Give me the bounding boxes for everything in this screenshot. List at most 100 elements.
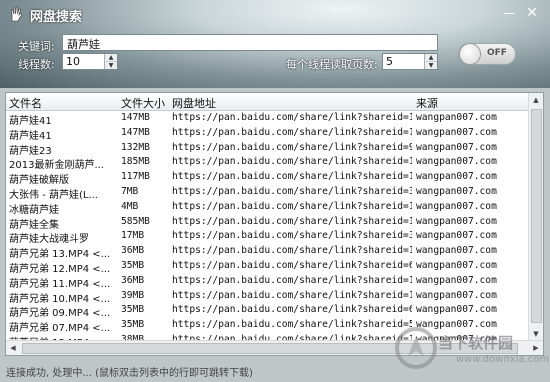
cell-source: wangpan007.com [416, 112, 497, 123]
cell-url: https://pan.baidu.com/share/link?shareid… [172, 245, 412, 257]
column-header-filename[interactable]: 文件名 [9, 95, 42, 111]
cell-url: https://pan.baidu.com/share/link?shareid… [172, 260, 412, 271]
cell-url: https://pan.baidu.com/share/link?shareid… [172, 274, 412, 286]
threads-label: 线程数: [18, 58, 55, 71]
column-header-url[interactable]: 网盘地址 [172, 95, 216, 111]
cell-filesize: 35MB [121, 304, 145, 316]
window-title: 网盘搜索 [30, 10, 83, 25]
cell-filename: 葫芦娃大战魂斗罗 [9, 234, 89, 246]
cell-filesize: 132MB [121, 141, 150, 153]
threads-spinbox[interactable]: 10 ▲ ▼ [62, 53, 118, 70]
pages-per-thread-label: 每个线程读取页数: [286, 58, 378, 71]
pages-spin-arrows: ▲ ▼ [424, 54, 437, 69]
cell-filename: 葫芦兄弟 13.MP4 <... [9, 249, 111, 261]
cell-filesize: 585MB [121, 215, 150, 227]
table-row[interactable]: 葫芦兄弟 11.MP4 <... 36MB https://pan.baidu.co… [6, 274, 530, 290]
column-header-filesize[interactable]: 文件大小 [121, 95, 165, 111]
cell-source: wangpan007.com [416, 230, 497, 242]
watermark-logo-icon [395, 327, 437, 369]
cell-source: wangpan007.com [416, 245, 497, 257]
cell-filename: 葫芦娃41 [9, 130, 52, 142]
cell-source: wangpan007.com [416, 215, 497, 227]
cell-filename: 冰糖葫芦娃 [9, 204, 59, 216]
cell-filename: 葫芦兄弟 09.MP4 <... [9, 308, 111, 320]
table-row[interactable]: 葫芦兄弟 10.MP4 <... 39MB https://pan.baidu.co… [6, 289, 530, 305]
cell-url: https://pan.baidu.com/share/link?shareid… [172, 126, 412, 138]
cell-url: https://pan.baidu.com/share/link?shareid… [172, 319, 412, 331]
cell-filename: 葫芦娃破解版 [9, 175, 69, 187]
cell-source: wangpan007.com [416, 156, 497, 168]
scroll-left-icon[interactable]: ◀ [6, 341, 20, 355]
watermark: 当下软件园 www.downxia.com [394, 326, 549, 376]
threads-value: 10 [66, 55, 80, 68]
table-row[interactable]: 葫芦娃破解版 117MB https://pan.baidu.com/share/l… [6, 170, 530, 187]
table-row[interactable]: 葫芦兄弟 09.MP4 <... 35MB https://pan.baidu.co… [6, 303, 530, 320]
cell-filesize: 39MB [121, 289, 145, 301]
scroll-up-icon[interactable]: ▲ [529, 93, 543, 107]
results-table[interactable]: 文件名 文件大小 网盘地址 来源 葫芦娃41 147MB https://pan.b… [5, 92, 544, 356]
cell-filesize: 185MB [121, 156, 150, 168]
cell-filesize: 117MB [121, 171, 150, 183]
table-row[interactable]: 葫芦娃23 132MB https://pan.baidu.com/share/li… [6, 141, 530, 157]
vertical-scrollbar[interactable]: ▲ ▼ [528, 93, 543, 341]
pages-down-arrow-icon[interactable]: ▼ [425, 61, 437, 69]
table-row[interactable]: 葫芦娃全集 585MB https://pan.baidu.com/share/li… [6, 215, 530, 231]
cell-filesize: 147MB [121, 126, 150, 138]
cell-filesize: 36MB [121, 245, 145, 257]
cell-filesize: 35MB [121, 319, 145, 331]
cell-filesize: 7MB [121, 186, 139, 197]
keyword-label: 关键词: [18, 40, 55, 53]
close-button[interactable]: ✕ [522, 5, 542, 21]
cell-filesize: 35MB [121, 260, 145, 271]
cell-filename: 葫芦兄弟 07.MP4 <... [9, 323, 111, 335]
cell-filename: 葫芦娃全集 [9, 219, 59, 231]
watermark-url: www.downxia.com [456, 354, 550, 365]
cell-url: https://pan.baidu.com/share/link?shareid… [172, 289, 412, 301]
pages-per-thread-value: 5 [386, 55, 393, 68]
toggle-knob [459, 43, 481, 65]
table-row[interactable]: 葫芦娃大战魂斗罗 17MB https://pan.baidu.com/share/… [6, 229, 530, 246]
cell-source: wangpan007.com [416, 200, 497, 212]
search-toggle-switch[interactable]: OFF [458, 43, 516, 65]
cell-filename: 大张伟 - 葫芦娃(L... [9, 190, 98, 201]
threads-spin-arrows: ▲ ▼ [104, 54, 117, 69]
watermark-name: 当下软件园 [438, 334, 514, 352]
table-row[interactable]: 葫芦娃41 147MB https://pan.baidu.com/share/li… [6, 126, 530, 142]
pages-up-arrow-icon[interactable]: ▲ [425, 54, 437, 61]
cell-url: https://pan.baidu.com/share/link?shareid… [172, 141, 412, 153]
threads-down-arrow-icon[interactable]: ▼ [105, 61, 117, 69]
app-window: 网盘搜索 — ✕ 关键词: 葫芦娃 线程数: 10 ▲ ▼ 每个线程读取页数: … [0, 0, 550, 382]
cell-source: wangpan007.com [416, 260, 497, 271]
cell-source: wangpan007.com [416, 304, 497, 316]
cell-source: wangpan007.com [416, 274, 497, 286]
cell-source: wangpan007.com [416, 171, 497, 183]
threads-up-arrow-icon[interactable]: ▲ [105, 54, 117, 61]
pages-per-thread-spinbox[interactable]: 5 ▲ ▼ [382, 53, 438, 70]
cell-filesize: 17MB [121, 230, 145, 242]
table-row[interactable]: 葫芦兄弟 13.MP4 <... 36MB https://pan.baidu.co… [6, 244, 530, 261]
keyword-input[interactable]: 葫芦娃 [62, 34, 438, 51]
cell-url: https://pan.baidu.com/share/link?shareid… [172, 230, 412, 242]
cell-filename: 葫芦兄弟 10.MP4 <... [9, 293, 111, 305]
app-hand-icon [10, 6, 23, 22]
cell-filesize: 147MB [121, 112, 150, 123]
table-header: 文件名 文件大小 网盘地址 来源 [6, 93, 530, 111]
cell-filesize: 36MB [121, 274, 145, 286]
column-header-source[interactable]: 来源 [416, 95, 438, 111]
table-row[interactable]: 大张伟 - 葫芦娃(L... 7MB https://pan.baidu.com/s… [6, 185, 530, 201]
cell-url: https://pan.baidu.com/share/link?shareid… [172, 215, 412, 227]
status-bar-text: 连接成功, 处理中... (鼠标双击列表中的行即可跳转下载) [6, 368, 253, 379]
table-row[interactable]: 冰糖葫芦娃 4MB https://pan.baidu.com/share/link… [6, 200, 530, 216]
minimize-button[interactable]: — [499, 5, 519, 21]
cell-source: wangpan007.com [416, 141, 497, 153]
table-row[interactable]: 2013最新金刚葫芦... 185MB https://pan.baidu.com/… [6, 155, 530, 172]
vertical-scroll-thumb[interactable] [531, 109, 542, 323]
cell-filename: 葫芦兄弟 11.MP4 <... [9, 278, 111, 290]
table-row[interactable]: 葫芦兄弟 12.MP4 <... 35MB https://pan.baidu.co… [6, 259, 530, 275]
cell-source: wangpan007.com [416, 289, 497, 301]
toggle-state-label: OFF [487, 48, 507, 58]
cell-filename: 2013最新金刚葫芦... [9, 160, 104, 172]
cell-url: https://pan.baidu.com/share/link?shareid… [172, 171, 412, 183]
table-row[interactable]: 葫芦娃41 147MB https://pan.baidu.com/share/li… [6, 111, 530, 127]
cell-source: wangpan007.com [416, 126, 497, 138]
